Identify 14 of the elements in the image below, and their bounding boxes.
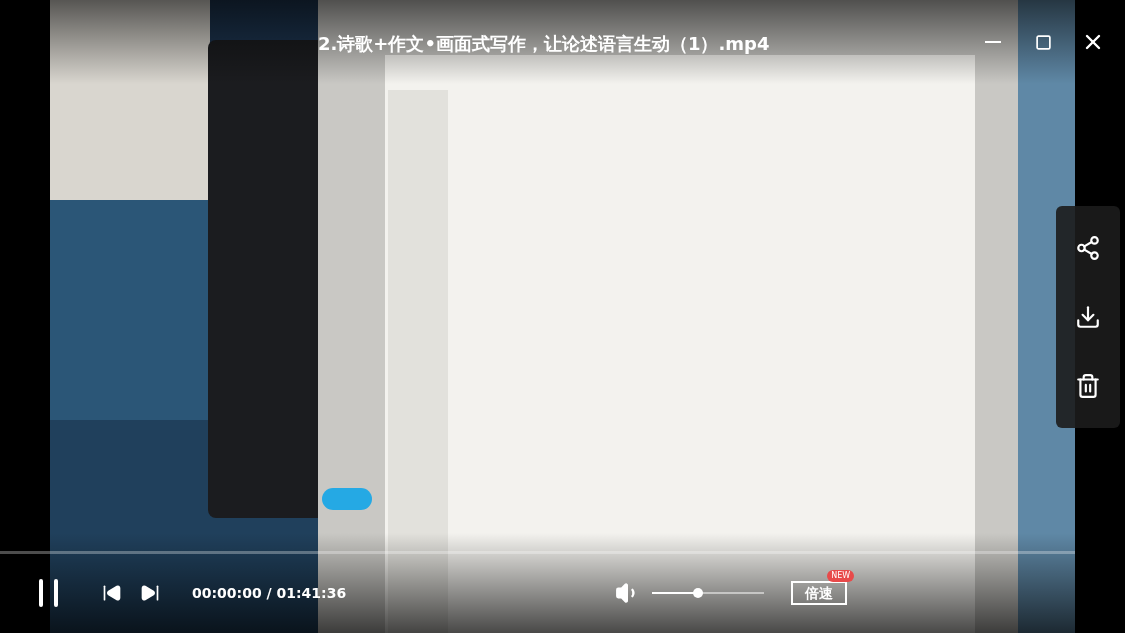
speed-button[interactable]: 倍速 xyxy=(791,581,848,605)
progress-track[interactable] xyxy=(0,551,1075,554)
volume-thumb[interactable] xyxy=(693,588,704,598)
time-display: 00:00:00 / 01:41:36 xyxy=(192,583,347,603)
volume-slider[interactable] xyxy=(652,587,765,599)
new-badge: NEW xyxy=(827,570,855,582)
share-icon xyxy=(1075,235,1101,262)
trash-icon xyxy=(1075,372,1101,399)
video-title: 2.诗歌+作文•画面式写作，让论述语言生动（1）.mp4 xyxy=(318,32,770,56)
minimize-icon xyxy=(985,41,1001,43)
download-icon xyxy=(1075,304,1101,330)
maximize-icon xyxy=(1034,33,1052,51)
skip-forward-icon xyxy=(140,583,160,603)
skip-back-icon xyxy=(102,583,122,603)
